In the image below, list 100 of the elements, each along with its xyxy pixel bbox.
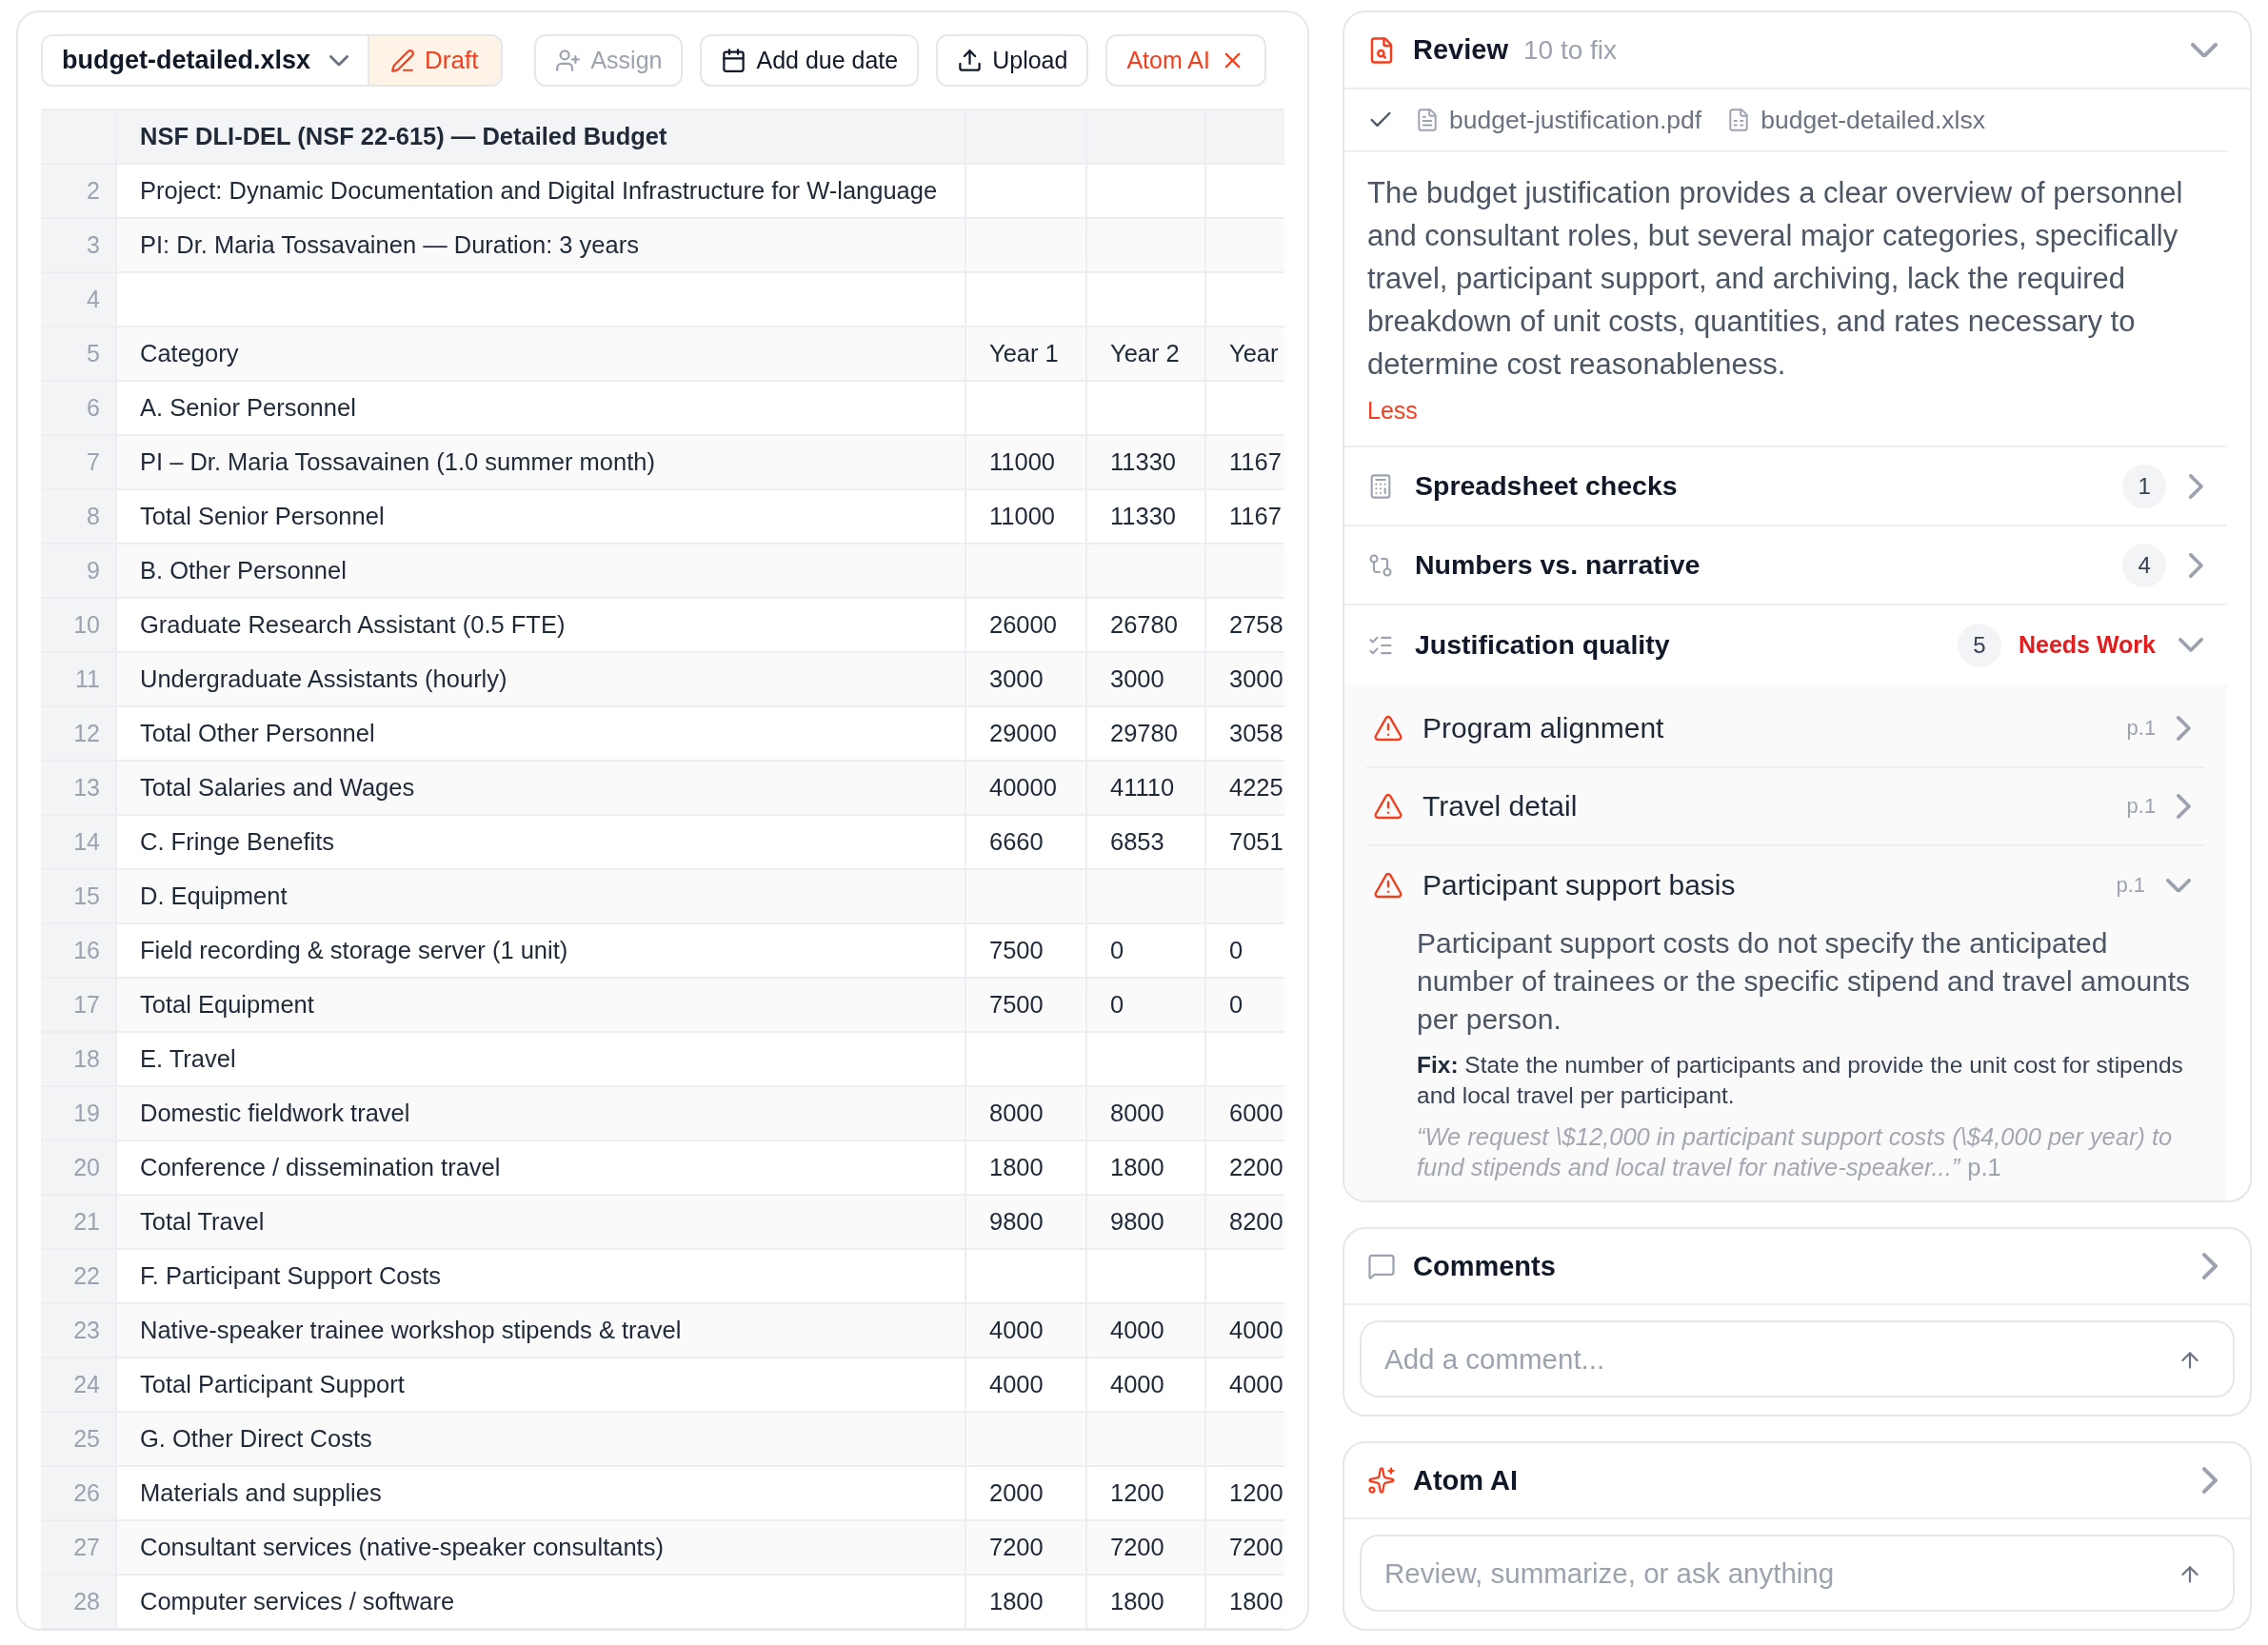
chevron-down-icon[interactable] [2178, 638, 2203, 652]
table-cell-text: Consultant services (native-speaker consultants) [139, 1533, 665, 1562]
ai-assistant-button[interactable]: Atom AI [1105, 34, 1266, 87]
issue-count-text: 10 to fix [1522, 34, 1617, 66]
panel-title: Atom AI [1413, 1464, 1519, 1496]
page-reference: p.1 [2126, 716, 2157, 741]
chevron-right-icon[interactable] [2202, 1253, 2218, 1279]
table-cell-text: 7500 [988, 990, 1044, 1020]
row-number: 12 [72, 719, 101, 748]
section-title[interactable]: Justification quality [1415, 629, 1670, 661]
table-cell-text: 3058 [1228, 719, 1284, 748]
chevron-down-icon[interactable] [2191, 42, 2218, 58]
chevron-down-icon[interactable] [2166, 878, 2191, 893]
row-number: 10 [72, 610, 101, 640]
table-cell-text: 4000 [1228, 1370, 1284, 1399]
table-cell-text: 8000 [1109, 1099, 1165, 1128]
page-reference: p.1 [2116, 873, 2145, 898]
table-cell-text: 9800 [1109, 1207, 1165, 1237]
table-cell-text: Total Senior Personnel [139, 502, 386, 531]
issue-title[interactable]: Participant support basis [1422, 869, 1736, 902]
file-dropdown[interactable]: budget-detailed.xlsx [43, 36, 370, 85]
less-link[interactable]: Less [1367, 396, 1418, 425]
table-cell-text: NSF DLI-DEL (NSF 22-615) — Detailed Budget [139, 122, 668, 151]
table-cell-text: 8000 [988, 1099, 1044, 1128]
table-cell-text: Undergraduate Assistants (hourly) [139, 664, 508, 694]
table-cell-text: 3000 [1109, 664, 1165, 694]
section-title[interactable]: Numbers vs. narrative [1415, 549, 1701, 581]
draft-button[interactable]: Draft [369, 36, 502, 85]
table-cell-text: Total Participant Support [139, 1370, 406, 1399]
row-number: 3 [86, 230, 101, 260]
table-cell-text: 11330 [1109, 502, 1178, 531]
row-number: 17 [72, 990, 101, 1020]
table-cell-text: 0 [1228, 936, 1244, 965]
table-cell-text: Total Salaries and Wages [139, 773, 416, 803]
upload-button[interactable]: Upload [936, 34, 1089, 87]
row-number: 21 [72, 1207, 101, 1237]
user-plus-icon [555, 48, 582, 73]
table-cell-text: C. Fringe Benefits [139, 827, 336, 857]
row-number: 9 [86, 556, 101, 585]
file-name[interactable]: budget-detailed.xlsx [1761, 105, 1985, 135]
table-cell-text: 4225 [1228, 773, 1284, 803]
panel-title: Comments [1413, 1250, 1556, 1282]
table-cell-text: 1800 [988, 1587, 1044, 1616]
row-number: 5 [86, 339, 101, 368]
table-cell-text: 4000 [1109, 1316, 1165, 1345]
table-cell-text: 7051 [1228, 827, 1284, 857]
speech-bubble-icon [1367, 1252, 1396, 1280]
table-cell-text: 0 [1228, 990, 1244, 1020]
table-cell-text: B. Other Personnel [139, 556, 348, 585]
comment-input[interactable]: Add a comment... [1360, 1320, 2235, 1397]
table-cell-text: 4000 [988, 1370, 1044, 1399]
chevron-right-icon[interactable] [2202, 1467, 2218, 1494]
table-cell-text: 7200 [1109, 1533, 1165, 1562]
issue-title[interactable]: Program alignment [1422, 712, 1664, 744]
prompt-input[interactable]: Review, summarize, or ask anything [1360, 1535, 2235, 1612]
chevron-right-icon[interactable] [2189, 552, 2203, 578]
file-name[interactable]: budget-justification.pdf [1449, 105, 1702, 135]
evidence-quote: “We request \$12,000 in participant support costs (\$4,000 per year) to fund stipends and local travel for native-speaker...” p.1 [1417, 1122, 2174, 1182]
chevron-right-icon[interactable] [2189, 473, 2203, 499]
sparkles-icon [1367, 1466, 1396, 1495]
issue-title[interactable]: Travel detail [1422, 790, 1578, 822]
row-number: 2 [86, 176, 101, 206]
row-number: 7 [86, 447, 101, 477]
table-cell-text: Year 2 [1109, 339, 1181, 368]
table-cell-text: 40000 [988, 773, 1058, 803]
table-cell-text: Field recording & storage server (1 unit) [139, 936, 569, 965]
row-number: 4 [86, 285, 101, 314]
row-number: 14 [72, 827, 101, 857]
row-number: 28 [72, 1587, 101, 1616]
table-cell-text: Year [1228, 339, 1280, 368]
row-number: 15 [72, 882, 101, 911]
table-cell-text: 4000 [1109, 1370, 1165, 1399]
table-cell-text: PI – Dr. Maria Tossavainen (1.0 summer month) [139, 447, 656, 477]
table-cell-text: 11000 [988, 502, 1057, 531]
table-cell-text: 6000 [1228, 1099, 1284, 1128]
table-cell-text: 1800 [1109, 1587, 1165, 1616]
table-cell-text: 29000 [988, 719, 1058, 748]
add-due-date-button[interactable]: Add due date [700, 34, 920, 87]
table-cell-text: 1167 [1228, 447, 1283, 477]
table-cell-text: 2200 [1228, 1153, 1284, 1182]
chevron-right-icon[interactable] [2177, 794, 2191, 819]
document-icon [1415, 108, 1440, 132]
pencil-icon [390, 48, 416, 73]
table-cell-text: D. Equipment [139, 882, 288, 911]
table-cell-text: 29780 [1109, 719, 1179, 748]
row-number: 22 [72, 1261, 101, 1291]
count-badge: 1 [2122, 464, 2167, 508]
table-cell-text: 1167 [1228, 502, 1283, 531]
table-cell-text: 11000 [988, 447, 1057, 477]
table-cell-text: Project: Dynamic Documentation and Digital Infrastructure for W-language [139, 176, 939, 206]
table-cell-text: 41110 [1109, 773, 1176, 803]
table-cell-text: Graduate Research Assistant (0.5 FTE) [139, 610, 567, 640]
table-cell-text: 6660 [988, 827, 1044, 857]
table-cell-text: 26000 [988, 610, 1058, 640]
table-cell-text: 1200 [1228, 1478, 1284, 1508]
chevron-right-icon[interactable] [2177, 716, 2191, 741]
table-cell-text: 4000 [988, 1316, 1044, 1345]
section-title[interactable]: Spreadsheet checks [1415, 470, 1678, 502]
table-cell-text: Total Travel [139, 1207, 266, 1237]
review-summary: The budget justification provides a clear overview of personnel and consultant roles, but several major categories, specifically travel, participant support, and archiving, lack the required breakdown of unit costs, quantities, and rates necessary to determine cost reasonableness. [1367, 175, 2184, 383]
